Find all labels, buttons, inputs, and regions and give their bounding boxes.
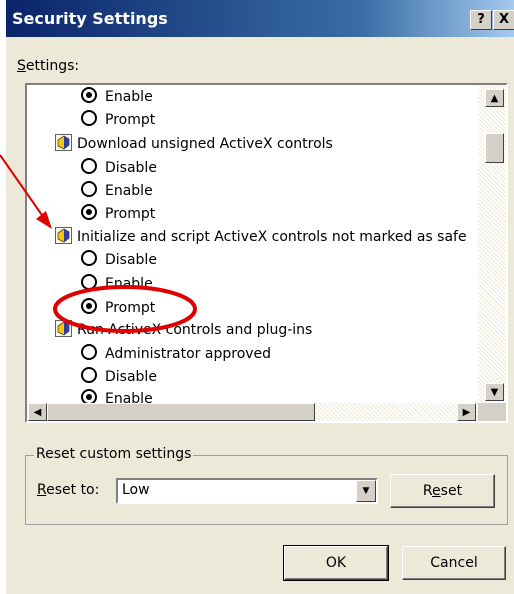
radio-empty-icon[interactable] [81, 158, 97, 174]
reset-button[interactable]: Reset [390, 474, 495, 508]
shield-settings-icon [55, 227, 72, 244]
option-label: Prompt [105, 300, 156, 316]
horizontal-scrollbar[interactable]: ◀ ▶ [27, 403, 478, 421]
settings-label: Settings: [17, 58, 80, 74]
security-settings-dialog: Security Settings ? X Settings: Enable Pr… [6, 0, 514, 594]
option-label: Disable [105, 252, 157, 268]
radio-empty-icon[interactable] [81, 367, 97, 383]
reset-to-value: Low [122, 482, 150, 498]
help-button[interactable]: ? [470, 10, 492, 30]
scroll-left-button[interactable]: ◀ [28, 403, 47, 421]
horizontal-scroll-thumb[interactable] [47, 403, 315, 421]
radio-option[interactable]: Disable [81, 366, 157, 388]
settings-list[interactable]: Enable Prompt Download unsigned ActiveX co… [25, 83, 508, 423]
scroll-right-button[interactable]: ▶ [457, 403, 476, 421]
option-label: Disable [105, 369, 157, 385]
radio-selected-icon[interactable] [81, 298, 97, 314]
option-label: Enable [105, 276, 153, 292]
option-label: Prompt [105, 112, 156, 128]
radio-option[interactable]: Enable [81, 180, 153, 202]
option-label: Administrator approved [105, 346, 272, 362]
ok-button[interactable]: OK [283, 545, 389, 581]
radio-option[interactable]: Prompt [81, 109, 155, 131]
shield-settings-icon [55, 134, 72, 151]
radio-selected-icon[interactable] [81, 87, 97, 103]
radio-empty-icon[interactable] [81, 181, 97, 197]
option-label: Run ActiveX controls and plug-ins [77, 322, 313, 338]
radio-option[interactable]: Enable [81, 273, 153, 295]
settings-tree: Enable Prompt Download unsigned ActiveX co… [27, 85, 478, 403]
radio-empty-icon[interactable] [81, 250, 97, 266]
radio-option[interactable]: Disable [81, 157, 157, 179]
close-button[interactable]: X [493, 10, 514, 30]
scrollbar-corner [478, 403, 506, 421]
option-label: Download unsigned ActiveX controls [77, 136, 333, 152]
radio-empty-icon[interactable] [81, 274, 97, 290]
group-title: Reset custom settings [34, 446, 194, 462]
cancel-button[interactable]: Cancel [402, 546, 506, 580]
reset-to-label: Reset to: [37, 482, 100, 498]
setting-category[interactable]: Run ActiveX controls and plug-ins [55, 319, 312, 341]
vertical-scrollbar[interactable]: ▲ ▼ [478, 85, 506, 403]
radio-selected-icon[interactable] [81, 204, 97, 220]
option-label: Disable [105, 160, 157, 176]
option-label: Initialize and script ActiveX controls n… [77, 229, 467, 245]
title-bar[interactable]: Security Settings ? X [6, 0, 514, 37]
radio-option[interactable]: Prompt [81, 297, 155, 319]
radio-option[interactable]: Prompt [81, 203, 155, 225]
option-label: Prompt [105, 206, 156, 222]
window-title: Security Settings [12, 9, 168, 28]
radio-empty-icon[interactable] [81, 344, 97, 360]
radio-option[interactable]: Administrator approved [81, 343, 271, 365]
option-label: Enable [105, 89, 153, 105]
option-label: Enable [105, 183, 153, 199]
shield-settings-icon [55, 320, 72, 337]
setting-category[interactable]: Download unsigned ActiveX controls [55, 133, 333, 155]
radio-option[interactable]: Enable [81, 86, 153, 108]
chevron-down-icon[interactable]: ▼ [356, 480, 376, 502]
radio-empty-icon[interactable] [81, 110, 97, 126]
radio-option[interactable]: Disable [81, 249, 157, 271]
option-label: Enable [105, 391, 153, 403]
setting-category[interactable]: Initialize and script ActiveX controls n… [55, 226, 467, 248]
reset-to-dropdown[interactable]: Low ▼ [116, 478, 378, 504]
radio-selected-icon[interactable] [81, 389, 97, 403]
scroll-up-button[interactable]: ▲ [485, 89, 504, 107]
vertical-scroll-thumb[interactable] [485, 133, 504, 163]
radio-option[interactable]: Enable [81, 388, 153, 403]
scroll-down-button[interactable]: ▼ [485, 383, 504, 401]
